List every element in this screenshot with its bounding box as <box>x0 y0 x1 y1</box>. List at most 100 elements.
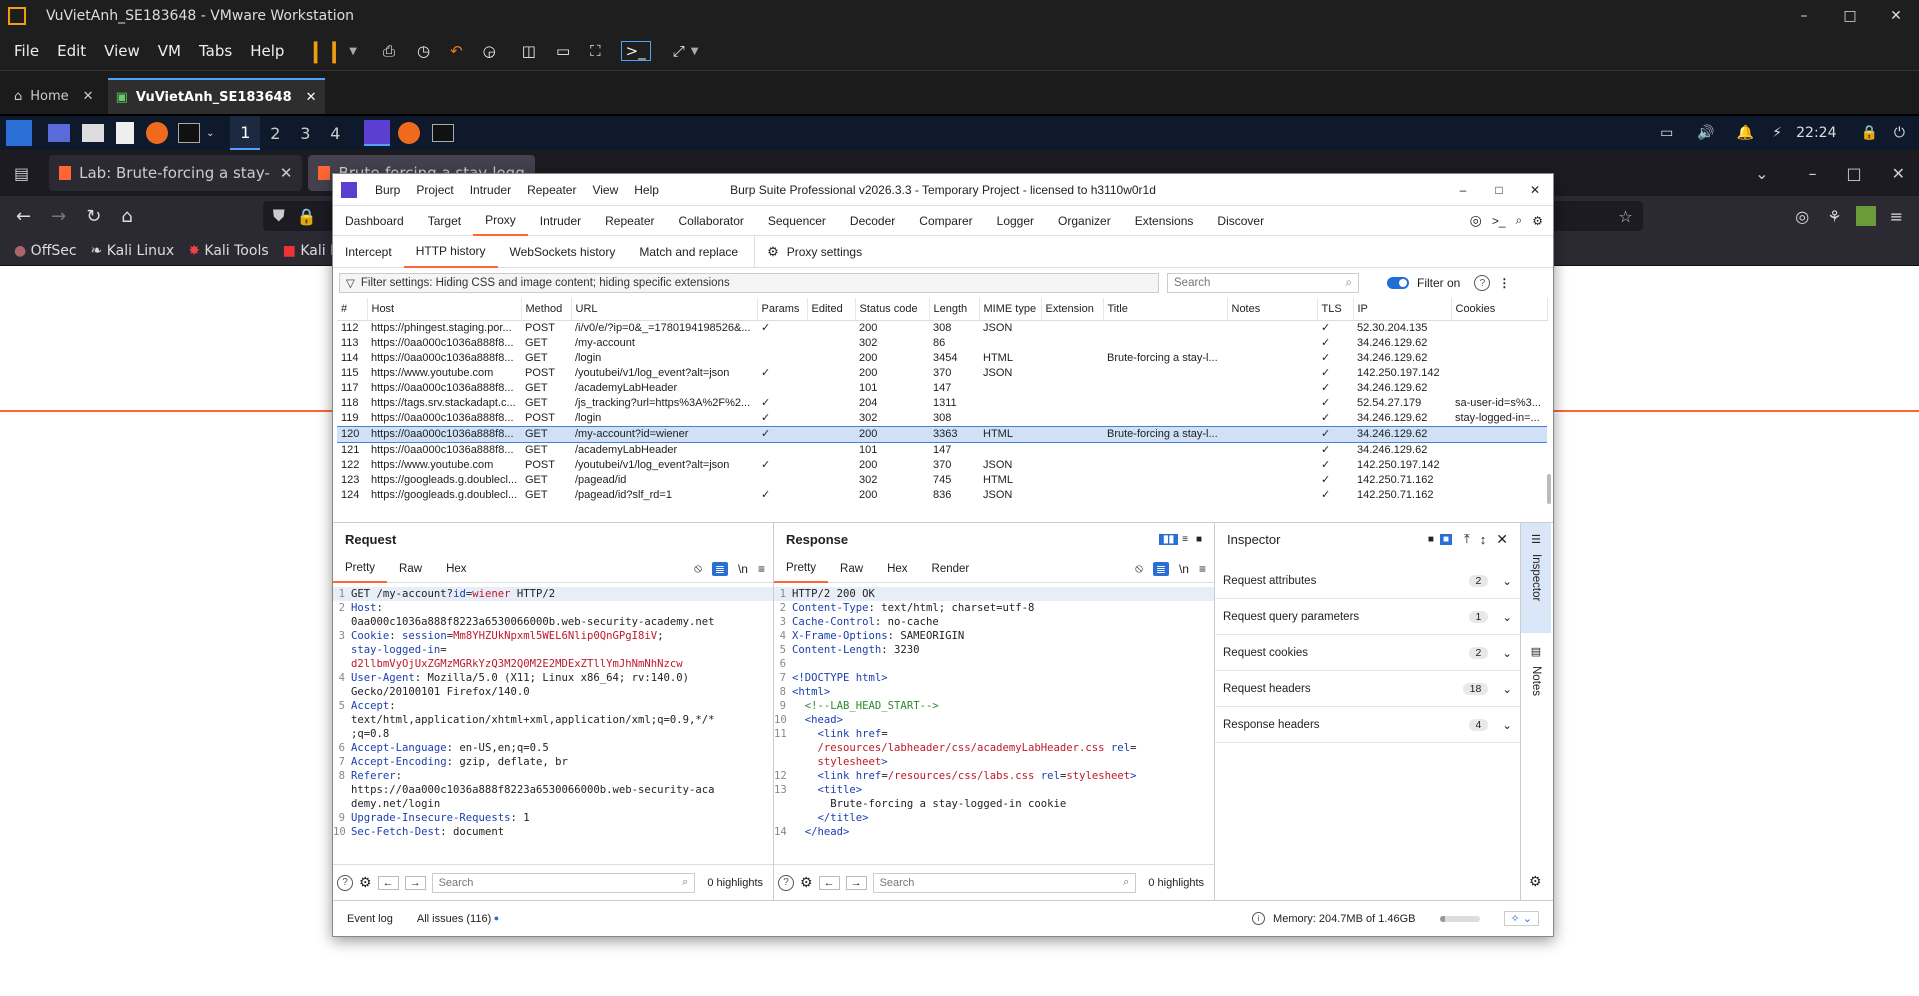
tab-intercept[interactable]: Intercept <box>333 236 404 268</box>
gear-icon[interactable]: ⚙ <box>1532 214 1543 228</box>
request-tab-hex[interactable]: Hex <box>434 555 478 583</box>
layout-collapsed-icon[interactable]: ■ <box>1428 534 1434 545</box>
tab-vm[interactable]: ▣ VuVietAnh_SE183648 ✕ <box>107 78 325 114</box>
tab-extensions[interactable]: Extensions <box>1123 206 1206 236</box>
minimize-button[interactable]: – <box>1781 8 1827 24</box>
column-header[interactable]: Length <box>929 298 980 321</box>
table-row[interactable]: 122 https://www.youtube.com POST/youtubei/… <box>337 458 1547 473</box>
tab-http-history[interactable]: HTTP history <box>403 236 498 268</box>
gear-icon[interactable]: ⚙ <box>359 874 372 891</box>
request-search-input[interactable]: Search ⌕ <box>431 872 696 893</box>
file-manager-icon[interactable] <box>82 124 104 142</box>
reload-icon[interactable]: ↻ <box>86 206 101 227</box>
table-row[interactable]: 120 https://0aa000c1036a888f8... GET/my-ac… <box>337 425 1547 443</box>
notes-side-tab[interactable]: ▤ Notes <box>1521 633 1551 723</box>
chevron-down-icon[interactable]: ⌄ <box>206 128 214 139</box>
previous-match-icon[interactable]: ← <box>818 875 840 890</box>
column-header[interactable]: Edited <box>807 298 856 321</box>
maximize-button[interactable]: □ <box>1481 183 1517 197</box>
wrap-lines-icon[interactable]: ≣ <box>711 561 728 576</box>
response-editor[interactable]: 1 HTTP/2 200 OK 2 Content-Type: text/html;… <box>774 583 1214 841</box>
snapshot-icon[interactable]: ◷ <box>417 42 430 60</box>
firefox-icon[interactable] <box>146 122 168 144</box>
fit-guest-icon[interactable]: ⛶ <box>590 42 601 60</box>
menu-edit[interactable]: Edit <box>57 42 86 60</box>
chevron-down-icon[interactable]: ▼ <box>349 46 357 57</box>
filter-settings[interactable]: ▽ Filter settings: Hiding CSS and image … <box>339 273 1159 293</box>
lock-icon[interactable]: 🔒 <box>1860 125 1877 141</box>
terminal-icon[interactable] <box>178 123 200 143</box>
extensions-icon[interactable]: ⚘ <box>1827 207 1841 226</box>
pause-icon[interactable]: ❙❙ <box>306 39 343 64</box>
help-icon[interactable]: ? <box>1474 275 1491 291</box>
tab-websockets-history[interactable]: WebSockets history <box>498 236 628 268</box>
menu-view[interactable]: View <box>584 183 626 197</box>
menu-help[interactable]: Help <box>250 42 284 60</box>
firefox-task-icon[interactable] <box>398 122 421 144</box>
layout-split-icon[interactable]: ▮▮ <box>1159 533 1179 545</box>
burp-task-icon[interactable] <box>364 120 391 146</box>
inspector-section[interactable]: Request attributes 2 ⌄ <box>1215 563 1520 599</box>
close-tab-icon[interactable]: ✕ <box>306 90 317 105</box>
power-icon[interactable]: ⏻ <box>1894 125 1905 141</box>
menu-file[interactable]: File <box>14 42 39 60</box>
shield-icon[interactable]: ⛊ <box>273 206 285 226</box>
snapshot-manager-icon[interactable]: ◶ <box>483 42 496 60</box>
close-button[interactable]: ✕ <box>1892 164 1905 183</box>
column-header[interactable]: Extension <box>1041 298 1104 321</box>
all-issues-button[interactable]: All issues (116) ● <box>417 913 499 925</box>
send-ctrl-alt-del-icon[interactable]: ⎙ <box>383 42 395 60</box>
column-header[interactable]: Cookies <box>1451 298 1548 321</box>
menu-repeater[interactable]: Repeater <box>519 183 584 197</box>
table-row[interactable]: 121 https://0aa000c1036a888f8... GET/acade… <box>337 442 1547 458</box>
workspace-4[interactable]: 4 <box>320 116 350 150</box>
align-top-icon[interactable]: ⤒ <box>1464 531 1470 547</box>
table-row[interactable]: 117 https://0aa000c1036a888f8... GET/acade… <box>337 381 1547 396</box>
thumbnail-view-icon[interactable]: ▭ <box>556 42 570 60</box>
revert-snapshot-icon[interactable]: ↶ <box>450 42 463 60</box>
column-header[interactable]: Status code <box>855 298 930 321</box>
chevron-down-icon[interactable]: ▼ <box>691 46 699 57</box>
inspector-section[interactable]: Request headers 18 ⌄ <box>1215 671 1520 707</box>
collapse-icon[interactable]: ↕ <box>1480 532 1487 547</box>
lock-icon[interactable]: 🔒 <box>297 207 317 226</box>
response-search-input[interactable]: Search ⌕ <box>872 872 1137 893</box>
help-icon[interactable]: ? <box>778 874 794 891</box>
tab-logger[interactable]: Logger <box>985 206 1046 236</box>
menu-help[interactable]: Help <box>626 183 667 197</box>
maximize-button[interactable]: □ <box>1827 8 1873 24</box>
request-editor[interactable]: 1 GET /my-account?id=wiener HTTP/2 2 Host:… <box>333 583 773 841</box>
search-icon[interactable]: ⌕ <box>1516 213 1523 228</box>
sidebar-view-icon[interactable]: ◫ <box>522 42 536 60</box>
next-match-icon[interactable]: → <box>845 875 867 890</box>
workspace-3[interactable]: 3 <box>290 116 320 150</box>
desktop-icon[interactable] <box>48 124 70 142</box>
newline-icon[interactable]: \n <box>1179 562 1189 576</box>
clock[interactable]: 22:24 <box>1796 125 1836 141</box>
previous-match-icon[interactable]: ← <box>377 875 399 890</box>
event-log-button[interactable]: Event log <box>347 913 393 925</box>
text-editor-icon[interactable] <box>116 122 134 144</box>
column-header[interactable]: # <box>337 298 368 321</box>
back-icon[interactable]: ← <box>16 206 31 227</box>
more-options-icon[interactable]: ⋮ <box>1498 276 1510 290</box>
workspace-1[interactable]: 1 <box>230 116 261 150</box>
column-header[interactable]: Title <box>1103 298 1228 321</box>
minimize-button[interactable]: – <box>1445 183 1481 197</box>
tab-collaborator[interactable]: Collaborator <box>667 206 756 236</box>
volume-icon[interactable]: 🔊 <box>1697 125 1714 141</box>
help-icon[interactable]: ? <box>337 874 353 891</box>
tab-repeater[interactable]: Repeater <box>593 206 666 236</box>
gear-icon[interactable]: ⚙ <box>800 874 813 891</box>
menu-tabs[interactable]: Tabs <box>199 42 232 60</box>
workspace-2[interactable]: 2 <box>260 116 290 150</box>
table-row[interactable]: 123 https://googleads.g.doublecl... GET/pa… <box>337 473 1547 488</box>
response-tab-render[interactable]: Render <box>920 555 982 583</box>
inspector-section[interactable]: Request query parameters 1 ⌄ <box>1215 599 1520 635</box>
filter-toggle[interactable] <box>1387 277 1409 289</box>
close-button[interactable]: ✕ <box>1517 183 1553 197</box>
request-tab-pretty[interactable]: Pretty <box>333 555 388 583</box>
close-button[interactable]: ✕ <box>1873 8 1919 24</box>
gear-icon[interactable]: ⚙ <box>1529 873 1542 890</box>
menu-icon[interactable]: ≡ <box>758 562 765 576</box>
